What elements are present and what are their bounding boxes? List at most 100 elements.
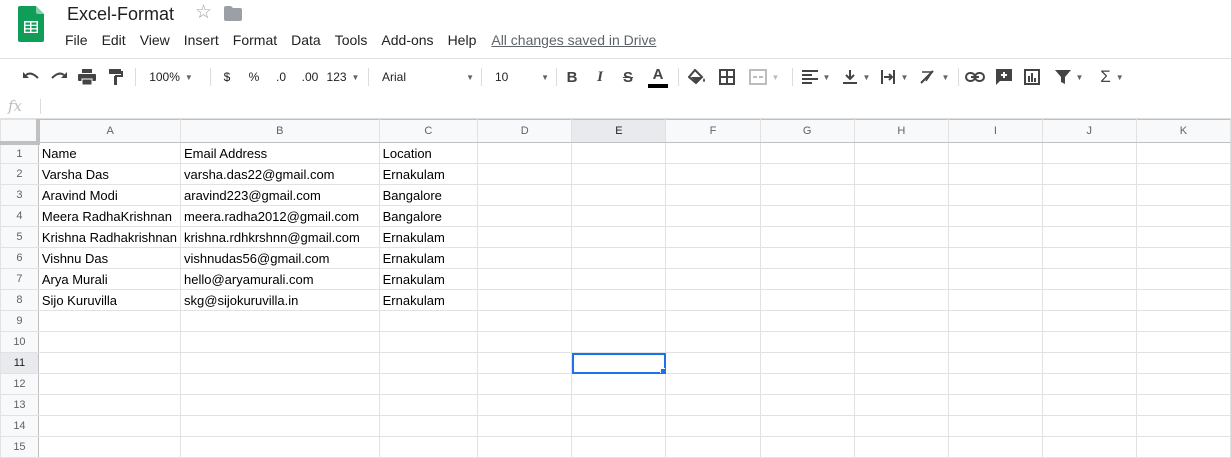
column-header-e[interactable]: E (571, 119, 667, 143)
cell-h14[interactable] (853, 415, 949, 437)
column-header-g[interactable]: G (759, 119, 855, 143)
cell-j5[interactable] (1041, 226, 1137, 248)
cell-c3[interactable]: Bangalore (378, 184, 479, 206)
menu-add-ons[interactable]: Add-ons (374, 30, 440, 50)
cell-d12[interactable] (477, 373, 573, 395)
cell-g1[interactable] (759, 142, 855, 164)
insert-comment-button[interactable] (993, 59, 1015, 95)
row-header[interactable]: 13 (0, 394, 39, 416)
cell-k4[interactable] (1135, 205, 1231, 227)
cell-e4[interactable] (571, 205, 667, 227)
cell-k10[interactable] (1135, 331, 1231, 353)
cell-d8[interactable] (477, 289, 573, 311)
cell-f7[interactable] (665, 268, 761, 290)
cell-c7[interactable]: Ernakulam (378, 268, 479, 290)
more-formats-button[interactable]: 123 ▼ (326, 59, 360, 95)
cell-e1[interactable] (571, 142, 667, 164)
cell-b15[interactable] (180, 436, 380, 458)
cell-a6[interactable]: Vishnu Das (37, 247, 182, 269)
cell-k11[interactable] (1135, 352, 1231, 374)
cell-b8[interactable]: skg@sijokuruvilla.in (180, 289, 380, 311)
redo-button[interactable] (48, 59, 70, 95)
cell-k6[interactable] (1135, 247, 1231, 269)
cell-f15[interactable] (665, 436, 761, 458)
cell-h9[interactable] (853, 310, 949, 332)
cell-e7[interactable] (571, 268, 667, 290)
cell-h2[interactable] (853, 163, 949, 185)
column-header-f[interactable]: F (665, 119, 761, 143)
cell-c13[interactable] (378, 394, 479, 416)
formula-input[interactable] (44, 95, 1224, 118)
cell-h15[interactable] (853, 436, 949, 458)
cell-g2[interactable] (759, 163, 855, 185)
cell-b14[interactable] (180, 415, 380, 437)
cell-g5[interactable] (759, 226, 855, 248)
cell-d14[interactable] (477, 415, 573, 437)
cell-e13[interactable] (571, 394, 667, 416)
cell-g6[interactable] (759, 247, 855, 269)
cell-d7[interactable] (477, 268, 573, 290)
cell-k14[interactable] (1135, 415, 1231, 437)
cell-i3[interactable] (947, 184, 1043, 206)
cell-b9[interactable] (180, 310, 380, 332)
star-icon[interactable]: ☆ (195, 3, 212, 23)
cell-a4[interactable]: Meera RadhaKrishnan (37, 205, 182, 227)
insert-chart-button[interactable] (1021, 59, 1043, 95)
cell-k12[interactable] (1135, 373, 1231, 395)
print-button[interactable] (76, 59, 98, 95)
cell-a15[interactable] (37, 436, 182, 458)
cell-g15[interactable] (759, 436, 855, 458)
cell-i1[interactable] (947, 142, 1043, 164)
cell-g8[interactable] (759, 289, 855, 311)
cell-k3[interactable] (1135, 184, 1231, 206)
cell-f10[interactable] (665, 331, 761, 353)
cell-k15[interactable] (1135, 436, 1231, 458)
cell-c1[interactable]: Location (378, 142, 479, 164)
cell-f14[interactable] (665, 415, 761, 437)
cell-d5[interactable] (477, 226, 573, 248)
cell-k2[interactable] (1135, 163, 1231, 185)
cell-d4[interactable] (477, 205, 573, 227)
menu-file[interactable]: File (58, 30, 95, 50)
menu-insert[interactable]: Insert (177, 30, 226, 50)
cell-b3[interactable]: aravind223@gmail.com (180, 184, 380, 206)
cell-i14[interactable] (947, 415, 1043, 437)
font-size-select[interactable]: 10 ▼ (489, 59, 549, 95)
cell-d11[interactable] (477, 352, 573, 374)
cell-a13[interactable] (37, 394, 182, 416)
cell-h8[interactable] (853, 289, 949, 311)
cell-k13[interactable] (1135, 394, 1231, 416)
borders-button[interactable] (716, 59, 738, 95)
row-header[interactable]: 8 (0, 289, 39, 311)
cell-d2[interactable] (477, 163, 573, 185)
cell-b1[interactable]: Email Address (180, 142, 380, 164)
cell-i15[interactable] (947, 436, 1043, 458)
cell-a14[interactable] (37, 415, 182, 437)
row-header[interactable]: 5 (0, 226, 39, 248)
text-wrapping-button[interactable]: ▼ (878, 59, 910, 95)
cell-h6[interactable] (853, 247, 949, 269)
filter-button[interactable]: ▼ (1050, 59, 1088, 95)
cell-f2[interactable] (665, 163, 761, 185)
cell-i11[interactable] (947, 352, 1043, 374)
cell-a3[interactable]: Aravind Modi (37, 184, 182, 206)
cell-k1[interactable] (1135, 142, 1231, 164)
cell-e14[interactable] (571, 415, 667, 437)
cell-f1[interactable] (665, 142, 761, 164)
cell-a7[interactable]: Arya Murali (37, 268, 182, 290)
cell-c5[interactable]: Ernakulam (378, 226, 479, 248)
strikethrough-button[interactable]: S (618, 59, 638, 95)
cell-f4[interactable] (665, 205, 761, 227)
cell-h7[interactable] (853, 268, 949, 290)
cell-g3[interactable] (759, 184, 855, 206)
cell-a10[interactable] (37, 331, 182, 353)
cell-c9[interactable] (378, 310, 479, 332)
cell-j1[interactable] (1041, 142, 1137, 164)
cell-b7[interactable]: hello@aryamurali.com (180, 268, 380, 290)
cell-e2[interactable] (571, 163, 667, 185)
increase-decimal-button[interactable]: .00 (297, 59, 323, 95)
cell-b4[interactable]: meera.radha2012@gmail.com (180, 205, 380, 227)
cell-a1[interactable]: Name (37, 142, 182, 164)
column-header-j[interactable]: J (1041, 119, 1137, 143)
row-header[interactable]: 4 (0, 205, 39, 227)
